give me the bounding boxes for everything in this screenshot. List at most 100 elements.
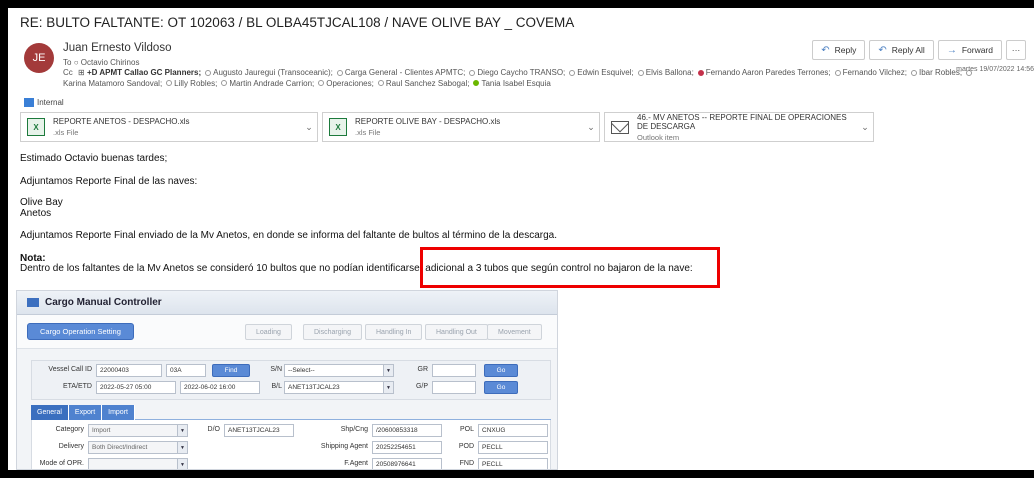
- reply-all-icon: ↶: [878, 44, 887, 56]
- cc-recipient[interactable]: Raul Sanchez Sabogal;: [386, 79, 470, 88]
- gp-field[interactable]: [432, 381, 476, 394]
- mode-select[interactable]: ▼: [88, 458, 188, 469]
- presence-icon: [221, 80, 228, 87]
- label-icon: [24, 98, 34, 107]
- discharging-button[interactable]: Discharging: [303, 324, 362, 340]
- cc-recipient[interactable]: +D APMT Callao GC Planners;: [87, 68, 201, 77]
- do-field[interactable]: ANET13TJCAL23: [224, 424, 294, 437]
- sender-name[interactable]: Juan Ernesto Vildoso: [63, 42, 171, 54]
- cc-recipient[interactable]: Fernando Vilchez;: [843, 68, 907, 77]
- presence-icon: [166, 80, 173, 87]
- dropdown-arrow-icon[interactable]: ▼: [383, 365, 393, 376]
- cc-recipient[interactable]: Edwin Esquivel;: [577, 68, 633, 77]
- attachment-olive-bay[interactable]: X REPORTE OLIVE BAY - DESPACHO.xls .xls F…: [322, 112, 600, 142]
- reply-all-button[interactable]: ↶ Reply All: [869, 40, 934, 60]
- expand-group-icon[interactable]: ⊞: [78, 68, 85, 77]
- delivery-select[interactable]: Both Direct/Indirect ▼: [88, 441, 188, 454]
- shpcng-field[interactable]: /20600853318: [372, 424, 442, 437]
- attachment-outlook-item[interactable]: 46.- MV ANETOS -- REPORTE FINAL DE OPERA…: [604, 112, 874, 142]
- fagent-label: F.Agent: [344, 460, 368, 467]
- cc-label: Cc: [63, 68, 73, 77]
- dropdown-arrow-icon[interactable]: ▼: [177, 459, 187, 469]
- form-tabs: General Export Import: [31, 405, 551, 420]
- email-reading-pane: RE: BULTO FALTANTE: OT 102063 / BL OLBA4…: [8, 8, 1034, 470]
- presence-icon: [910, 69, 917, 76]
- sn-select[interactable]: --Select-- ▼: [284, 364, 394, 377]
- email-subject: RE: BULTO FALTANTE: OT 102063 / BL OLBA4…: [20, 15, 575, 30]
- more-actions-button[interactable]: ···: [1006, 40, 1026, 60]
- cc-recipient[interactable]: Karina Matamoro Sandoval;: [63, 79, 162, 88]
- handling-out-button[interactable]: Handling Out: [425, 324, 488, 340]
- fnd-field[interactable]: PECLL: [478, 458, 548, 469]
- dropdown-arrow-icon[interactable]: ▼: [177, 425, 187, 436]
- cc-recipient[interactable]: Martin Andrade Carrion;: [229, 79, 314, 88]
- gr-label: GR: [417, 366, 429, 373]
- chevron-down-icon[interactable]: ⌄: [857, 122, 873, 133]
- dropdown-arrow-icon[interactable]: ▼: [177, 442, 187, 453]
- category-label: Category: [55, 426, 84, 433]
- presence-icon: [569, 69, 576, 76]
- vessel-call-id-field[interactable]: 22000403: [96, 364, 162, 377]
- attachment-anetos[interactable]: X REPORTE ANETOS - DESPACHO.xls .xls File…: [20, 112, 318, 142]
- presence-icon: [318, 80, 325, 87]
- cc-recipient[interactable]: Diego Caycho TRANSO;: [477, 68, 565, 77]
- to-line: To ○ Octavio Chirinos: [63, 58, 139, 67]
- shpcng-label: Shp/Cng: [340, 426, 368, 433]
- fagent-field[interactable]: 20508976641: [372, 458, 442, 469]
- body-greeting: Estimado Octavio buenas tardes;: [20, 153, 168, 164]
- cc-recipient[interactable]: Fernando Aaron Paredes Terrones;: [706, 68, 831, 77]
- reply-icon: ↶: [821, 44, 830, 56]
- gp-label: G/P: [415, 383, 428, 390]
- tab-import[interactable]: Import: [102, 405, 135, 420]
- gr-field[interactable]: [432, 364, 476, 377]
- chevron-down-icon[interactable]: ⌄: [583, 122, 599, 133]
- pol-label: POL: [459, 426, 474, 433]
- etd-field[interactable]: 2022-06-02 16:00: [180, 381, 260, 394]
- vessel-form: Vessel Call ID 22000403 03A Find ETA/ETD…: [31, 360, 551, 400]
- body-ship-1: Olive Bay: [20, 197, 63, 208]
- loading-button[interactable]: Loading: [245, 324, 292, 340]
- cc-recipient[interactable]: Tania Isabel Esquia: [481, 79, 550, 88]
- chevron-down-icon[interactable]: ⌄: [301, 122, 317, 133]
- presence-icon: [834, 69, 841, 76]
- forward-button[interactable]: → Forward: [937, 40, 1002, 60]
- presence-icon: [377, 80, 384, 87]
- to-recipient[interactable]: Octavio Chirinos: [81, 58, 140, 67]
- reply-button[interactable]: ↶ Reply: [812, 40, 866, 60]
- eta-field[interactable]: 2022-05-27 05:00: [96, 381, 176, 394]
- body-ship-2: Anetos: [20, 208, 52, 219]
- handling-in-button[interactable]: Handling In: [365, 324, 423, 340]
- cargo-operation-setting-button[interactable]: Cargo Operation Setting: [27, 323, 134, 340]
- tab-general[interactable]: General: [31, 405, 69, 420]
- presence-icon: [336, 69, 343, 76]
- shipping-agent-field[interactable]: 20252254651: [372, 441, 442, 454]
- category-select[interactable]: Import ▼: [88, 424, 188, 437]
- highlight-box: [420, 247, 720, 288]
- pol-field[interactable]: CNXUG: [478, 424, 548, 437]
- to-label: To: [63, 58, 72, 67]
- cc-line: Cc ⊞ +D APMT Callao GC Planners; Augusto …: [63, 68, 983, 89]
- go-button-gr[interactable]: Go: [484, 364, 518, 377]
- app-icon: [27, 298, 39, 307]
- bl-select[interactable]: ANET13TJCAL23 ▼: [284, 381, 394, 394]
- cc-recipient[interactable]: Operaciones;: [326, 79, 374, 88]
- app-title-bar: Cargo Manual Controller: [17, 291, 557, 315]
- operation-toolbar: Cargo Operation Setting Loading Discharg…: [17, 315, 557, 349]
- etaetd-label: ETA/ETD: [62, 383, 92, 390]
- movement-button[interactable]: Movement: [487, 324, 542, 340]
- cc-recipient[interactable]: Elvis Ballona;: [646, 68, 694, 77]
- go-button-gp[interactable]: Go: [484, 381, 518, 394]
- vessel-code-field[interactable]: 03A: [166, 364, 206, 377]
- cc-recipient[interactable]: Lilly Robles;: [174, 79, 217, 88]
- pod-field[interactable]: PECLL: [478, 441, 548, 454]
- cc-recipient[interactable]: Augusto Jauregui (Transoceanic);: [213, 68, 333, 77]
- avatar[interactable]: JE: [24, 43, 54, 73]
- find-button[interactable]: Find: [212, 364, 250, 377]
- presence-icon: ○: [73, 58, 79, 67]
- excel-icon: X: [329, 118, 347, 136]
- mail-icon: [611, 120, 629, 134]
- dropdown-arrow-icon[interactable]: ▼: [383, 382, 393, 393]
- cc-recipient[interactable]: Carga General - Clientes APMTC;: [345, 68, 466, 77]
- tab-export[interactable]: Export: [68, 405, 103, 420]
- shipping-agent-label: Shipping Agent: [320, 443, 368, 450]
